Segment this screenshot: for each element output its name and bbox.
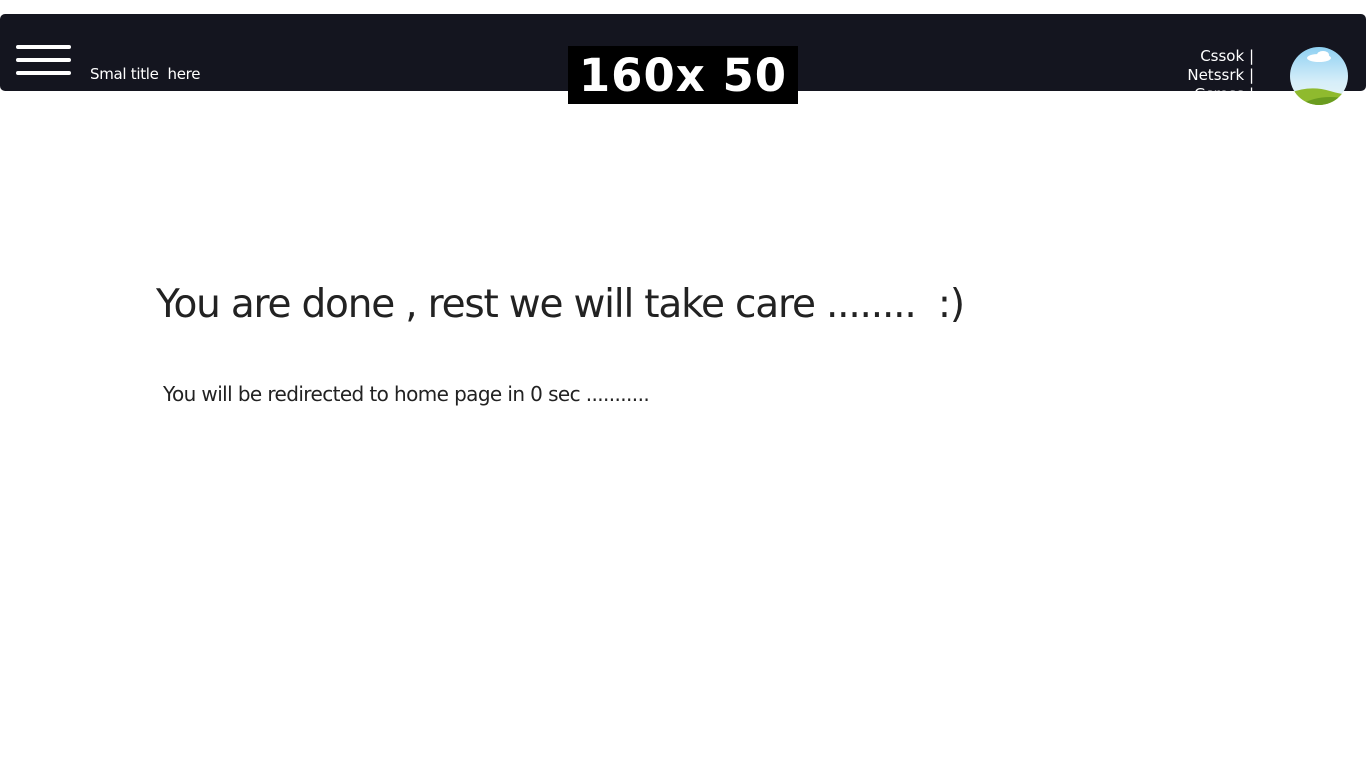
small-title: Smal title here — [90, 65, 201, 83]
header-link-netssrk[interactable]: Netssrk | — [1187, 66, 1254, 85]
logo-text: 160x 50 — [578, 48, 788, 102]
logo-placeholder[interactable]: 160x 50 — [568, 46, 798, 104]
menu-line — [16, 71, 71, 75]
page: Smal title here 160x 50 Cssok | Netssrk … — [0, 0, 1366, 768]
header-links: Cssok | Netssrk | Gsross | — [1187, 47, 1254, 104]
header-link-cssok[interactable]: Cssok | — [1187, 47, 1254, 66]
top-navigation-bar: Smal title here 160x 50 Cssok | Netssrk … — [0, 14, 1366, 105]
menu-line — [16, 58, 71, 62]
header-link-gsross[interactable]: Gsross | — [1187, 85, 1254, 104]
hamburger-menu-icon[interactable] — [16, 45, 72, 77]
profile-avatar-icon[interactable] — [1290, 47, 1348, 105]
completion-headline: You are done , rest we will take care ..… — [156, 282, 965, 327]
menu-line — [16, 45, 71, 49]
redirect-message: You will be redirected to home page in 0… — [163, 382, 650, 406]
